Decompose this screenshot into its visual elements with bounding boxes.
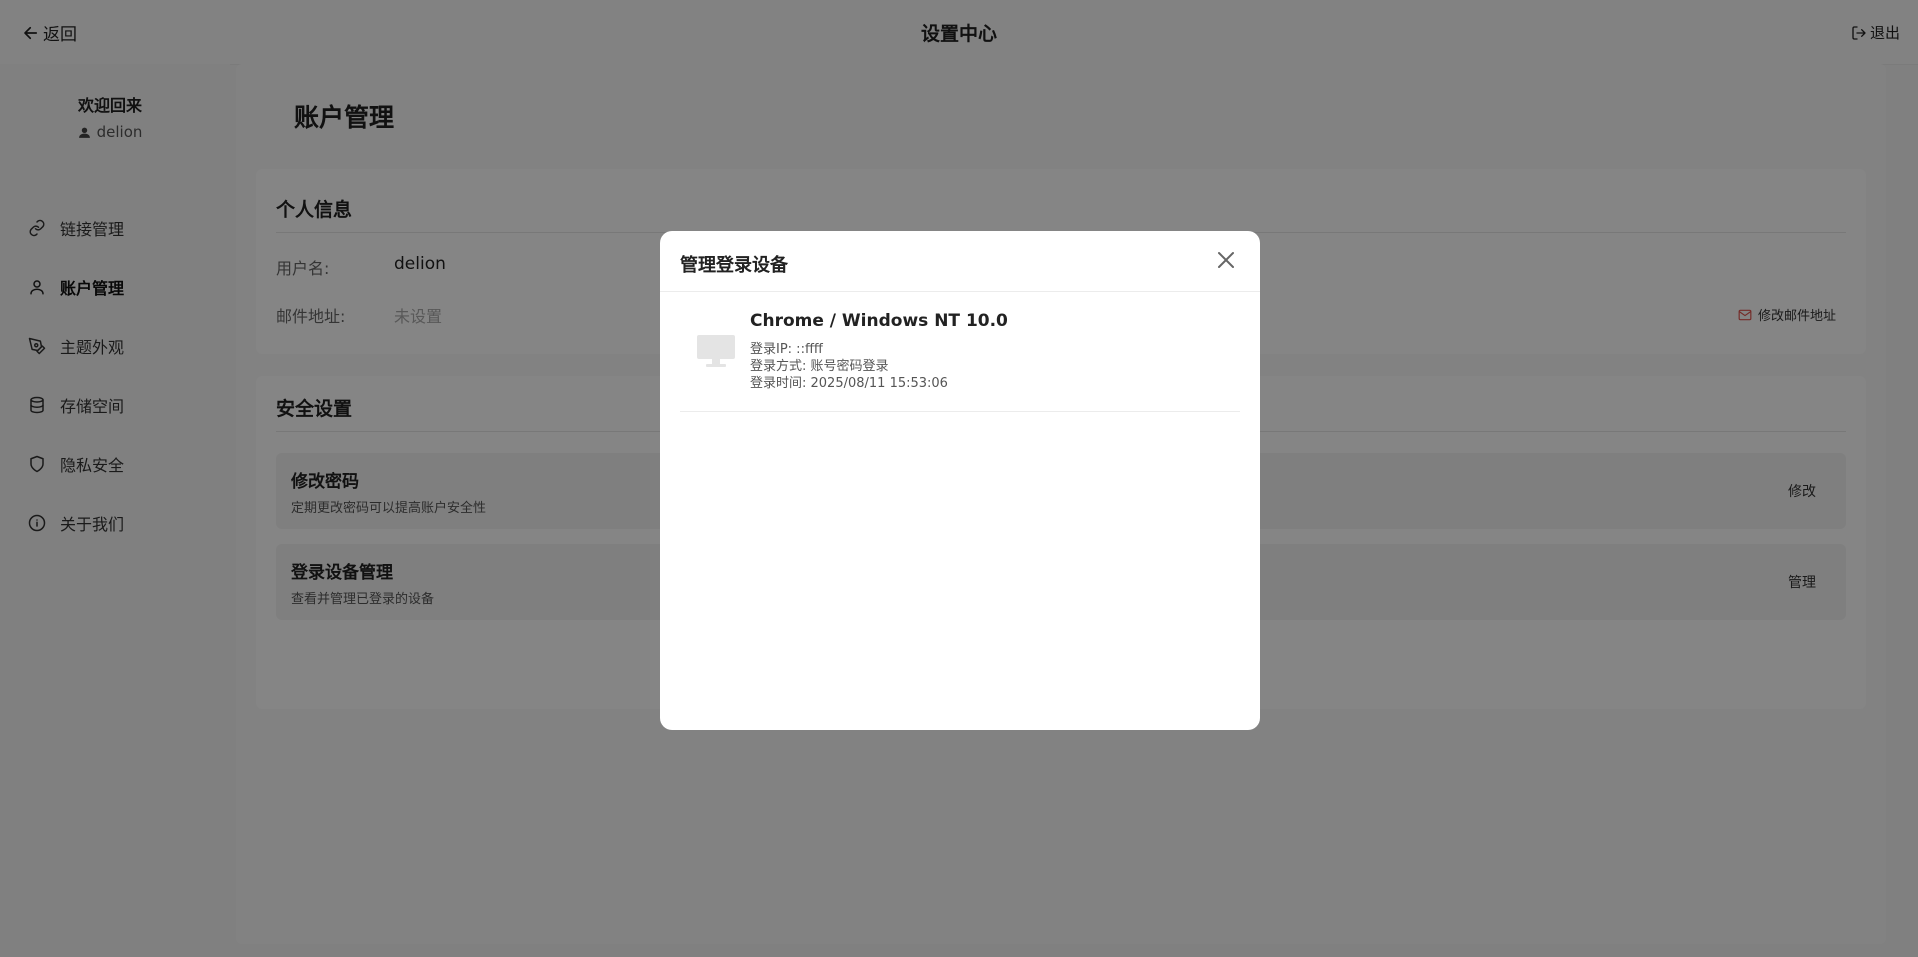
device-management-modal: 管理登录设备 Chrome / Windows NT 10.0 登录IP: ::… [660,231,1260,730]
device-name: Chrome / Windows NT 10.0 [750,311,1008,331]
monitor-icon [697,335,735,367]
modal-title: 管理登录设备 [680,255,788,276]
device-login-time: 登录时间: 2025/08/11 15:53:06 [750,376,948,391]
modal-header: 管理登录设备 [660,231,1260,292]
close-icon[interactable] [1214,248,1238,272]
device-item: Chrome / Windows NT 10.0 登录IP: ::ffff 登录… [680,311,1240,412]
